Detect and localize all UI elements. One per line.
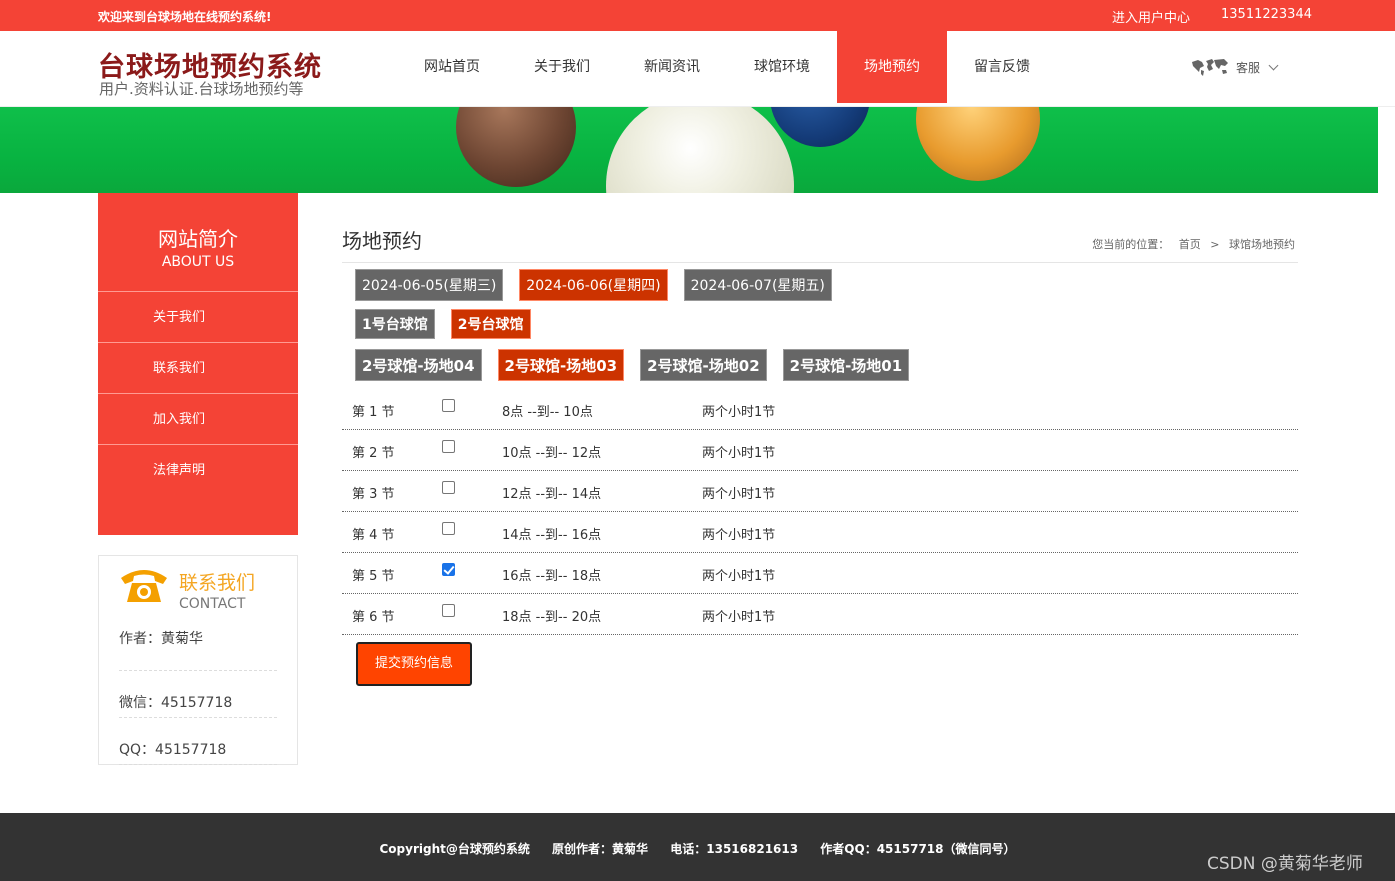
table-row: 第 1 节 8点 --到-- 10点 两个小时1节 bbox=[342, 389, 1298, 430]
sidebar-item-about[interactable]: 关于我们 bbox=[98, 291, 298, 342]
sidebar-menu: 关于我们 联系我们 加入我们 法律声明 bbox=[98, 291, 298, 535]
slot-note: 两个小时1节 bbox=[702, 446, 776, 461]
blue-ball-graphic bbox=[770, 107, 870, 147]
date-selector: 2024-06-05(星期三) 2024-06-06(星期四) 2024-06-… bbox=[355, 269, 848, 301]
slot-time: 8点 --到-- 10点 bbox=[502, 405, 593, 420]
slot-time: 14点 --到-- 16点 bbox=[502, 528, 602, 543]
sidebar-item-join[interactable]: 加入我们 bbox=[98, 393, 298, 444]
venue-selector: 2号球馆-场地04 2号球馆-场地03 2号球馆-场地02 2号球馆-场地01 bbox=[355, 349, 925, 381]
slot-checkbox[interactable] bbox=[442, 604, 455, 617]
service-label: 客服 bbox=[1236, 60, 1261, 75]
venue-chip-01[interactable]: 2号球馆-场地01 bbox=[782, 349, 910, 381]
slot-session: 第 4 节 bbox=[352, 528, 395, 543]
sidebar-item-contact[interactable]: 联系我们 bbox=[98, 342, 298, 393]
hall-chip-2[interactable]: 2号台球馆 bbox=[450, 309, 531, 339]
slot-session: 第 3 节 bbox=[352, 487, 395, 502]
slot-session: 第 5 节 bbox=[352, 569, 395, 584]
breadcrumb-separator: > bbox=[1210, 238, 1220, 251]
contact-title: 联系我们 bbox=[179, 572, 256, 594]
slot-time: 18点 --到-- 20点 bbox=[502, 610, 602, 625]
breadcrumb-current[interactable]: 球馆场地预约 bbox=[1229, 238, 1295, 251]
slot-note: 两个小时1节 bbox=[702, 487, 776, 502]
time-slot-list: 第 1 节 8点 --到-- 10点 两个小时1节 第 2 节 10点 --到-… bbox=[342, 389, 1298, 635]
slot-session: 第 1 节 bbox=[352, 405, 395, 420]
logo-subtitle: 用户.资料认证.台球场地预约等 bbox=[99, 80, 304, 98]
sidebar: 网站简介 ABOUT US 关于我们 联系我们 加入我们 法律声明 bbox=[98, 193, 298, 535]
banner-image bbox=[0, 107, 1378, 193]
user-center-link[interactable]: 进入用户中心 bbox=[1112, 7, 1190, 26]
main-header: 场地预约 您当前的位置： 首页 > 球馆场地预约 bbox=[342, 193, 1298, 263]
footer: Copyright@台球预约系统 原创作者：黄菊华 电话：13516821613… bbox=[0, 813, 1395, 881]
orange-ball-graphic bbox=[916, 107, 1040, 181]
venue-chip-04[interactable]: 2号球馆-场地04 bbox=[355, 349, 482, 381]
brown-ball-graphic bbox=[456, 107, 576, 187]
submit-booking-button[interactable]: 提交预约信息 bbox=[356, 642, 472, 686]
slot-checkbox[interactable] bbox=[442, 481, 455, 494]
contact-box: 联系我们 CONTACT 作者：黄菊华 微信：45157718 QQ：45157… bbox=[98, 555, 298, 765]
slot-note: 两个小时1节 bbox=[702, 405, 776, 420]
slot-note: 两个小时1节 bbox=[702, 528, 776, 543]
sidebar-item-legal[interactable]: 法律声明 bbox=[98, 444, 298, 495]
contact-author: 作者：黄菊华 bbox=[119, 624, 277, 671]
main-nav: 网站首页 关于我们 新闻资讯 球馆环境 场地预约 留言反馈 bbox=[397, 31, 1057, 103]
contact-wechat: 微信：45157718 bbox=[119, 671, 277, 718]
date-chip-0605[interactable]: 2024-06-05(星期三) bbox=[355, 269, 504, 301]
sidebar-title: 网站简介 bbox=[158, 227, 238, 251]
sidebar-header: 网站简介 ABOUT US bbox=[98, 193, 298, 291]
footer-author: 原创作者：黄菊华 bbox=[552, 842, 649, 856]
slot-session: 第 6 节 bbox=[352, 610, 395, 625]
footer-info: Copyright@台球预约系统 原创作者：黄菊华 电话：13516821613… bbox=[0, 840, 1395, 857]
slot-checkbox[interactable] bbox=[442, 563, 455, 576]
header: 台球场地预约系统 用户.资料认证.台球场地预约等 网站首页 关于我们 新闻资讯 … bbox=[0, 31, 1395, 107]
footer-qq: 作者QQ：45157718（微信同号） bbox=[820, 842, 1016, 856]
contact-subtitle: CONTACT bbox=[179, 596, 246, 612]
contact-qq: QQ：45157718 bbox=[119, 718, 277, 765]
contact-header: 联系我们 CONTACT bbox=[119, 566, 277, 624]
world-map-icon bbox=[1192, 59, 1228, 76]
slot-note: 两个小时1节 bbox=[702, 610, 776, 625]
venue-chip-02[interactable]: 2号球馆-场地02 bbox=[640, 349, 767, 381]
white-ball-graphic bbox=[606, 107, 794, 193]
slot-time: 16点 --到-- 18点 bbox=[502, 569, 602, 584]
footer-copyright: Copyright@台球预约系统 bbox=[379, 842, 530, 856]
footer-phone: 电话：13516821613 bbox=[670, 842, 799, 856]
nav-item-feedback[interactable]: 留言反馈 bbox=[947, 31, 1057, 103]
slot-note: 两个小时1节 bbox=[702, 569, 776, 584]
slot-session: 第 2 节 bbox=[352, 446, 395, 461]
table-row: 第 5 节 16点 --到-- 18点 两个小时1节 bbox=[342, 553, 1298, 594]
breadcrumb-home[interactable]: 首页 bbox=[1179, 238, 1201, 251]
slot-checkbox[interactable] bbox=[442, 440, 455, 453]
nav-item-news[interactable]: 新闻资讯 bbox=[617, 31, 727, 103]
nav-item-booking[interactable]: 场地预约 bbox=[837, 31, 947, 103]
service-dropdown[interactable]: 客服 bbox=[1190, 57, 1279, 77]
nav-item-about[interactable]: 关于我们 bbox=[507, 31, 617, 103]
slot-checkbox[interactable] bbox=[442, 399, 455, 412]
sidebar-subtitle: ABOUT US bbox=[161, 254, 235, 270]
table-row: 第 3 节 12点 --到-- 14点 两个小时1节 bbox=[342, 471, 1298, 512]
top-phone: 13511223344 bbox=[1221, 7, 1312, 22]
slot-checkbox[interactable] bbox=[442, 522, 455, 535]
welcome-text: 欢迎来到台球场地在线预约系统! bbox=[98, 10, 272, 24]
slot-time: 10点 --到-- 12点 bbox=[502, 446, 602, 461]
breadcrumb: 您当前的位置： 首页 > 球馆场地预约 bbox=[1089, 236, 1298, 252]
hall-selector: 1号台球馆 2号台球馆 bbox=[355, 309, 547, 339]
nav-item-home[interactable]: 网站首页 bbox=[397, 31, 507, 103]
breadcrumb-prefix: 您当前的位置： bbox=[1092, 238, 1170, 251]
date-chip-0607[interactable]: 2024-06-07(星期五) bbox=[683, 269, 832, 301]
table-row: 第 4 节 14点 --到-- 16点 两个小时1节 bbox=[342, 512, 1298, 553]
main-content: 场地预约 您当前的位置： 首页 > 球馆场地预约 2024-06-05(星期三)… bbox=[342, 193, 1298, 686]
chevron-down-icon bbox=[1268, 60, 1279, 70]
top-bar: 欢迎来到台球场地在线预约系统! 进入用户中心 13511223344 bbox=[0, 0, 1395, 31]
nav-item-environment[interactable]: 球馆环境 bbox=[727, 31, 837, 103]
venue-chip-03[interactable]: 2号球馆-场地03 bbox=[497, 349, 625, 381]
hall-chip-1[interactable]: 1号台球馆 bbox=[355, 309, 435, 339]
page-title: 场地预约 bbox=[342, 229, 422, 253]
table-row: 第 6 节 18点 --到-- 20点 两个小时1节 bbox=[342, 594, 1298, 635]
csdn-watermark: CSDN @黄菊华老师 bbox=[1207, 854, 1363, 874]
slot-time: 12点 --到-- 14点 bbox=[502, 487, 602, 502]
table-row: 第 2 节 10点 --到-- 12点 两个小时1节 bbox=[342, 430, 1298, 471]
telephone-icon bbox=[121, 570, 167, 602]
date-chip-0606[interactable]: 2024-06-06(星期四) bbox=[519, 269, 668, 301]
